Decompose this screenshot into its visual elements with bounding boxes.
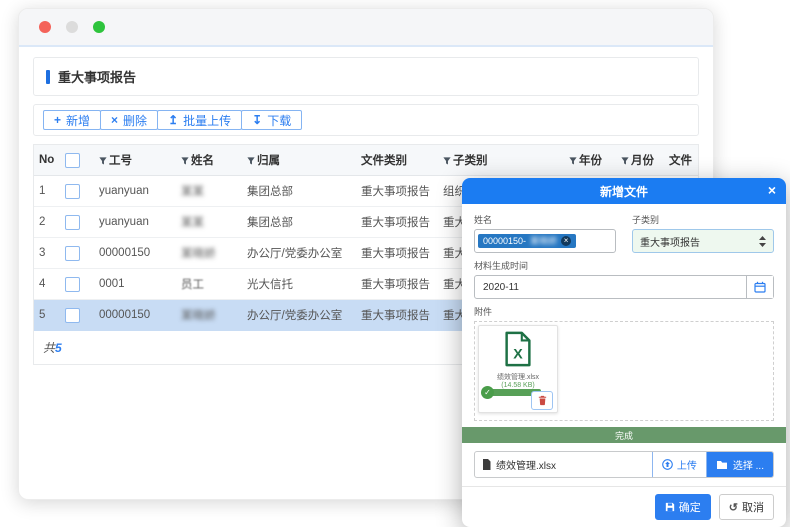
subcategory-label: 子类别 (632, 213, 774, 226)
modal-footer: 确定 ↺ 取消 (462, 486, 786, 527)
trash-icon (537, 395, 548, 406)
file-name: 绩效管理.xlsx (479, 372, 557, 382)
col-select (60, 145, 94, 176)
document-icon (482, 459, 491, 470)
cancel-button[interactable]: ↺ 取消 (719, 494, 774, 520)
modal-title: 新增文件 (600, 183, 648, 200)
close-icon[interactable]: × (768, 181, 776, 199)
col-month[interactable]: 月份 (616, 145, 664, 176)
col-no: No (34, 145, 60, 176)
upload-icon: ↥ (168, 114, 178, 126)
col-file: 文件 (664, 145, 698, 176)
window-titlebar (19, 9, 713, 47)
col-name[interactable]: 姓名 (176, 145, 242, 176)
upload-circle-icon (662, 459, 673, 470)
selected-file: 绩效管理.xlsx (475, 452, 652, 477)
remove-tag-icon[interactable]: × (561, 236, 571, 246)
x-icon: × (111, 114, 118, 126)
add-button[interactable]: + 新增 (43, 110, 101, 130)
name-input[interactable]: 00000150-某晓娇 × (474, 229, 616, 253)
row-checkbox[interactable] (65, 246, 80, 261)
name-tag: 00000150-某晓娇 × (478, 234, 576, 248)
choose-file-button[interactable]: 选择 ... (707, 452, 773, 477)
delete-file-button[interactable] (531, 391, 553, 410)
row-checkbox[interactable] (65, 215, 80, 230)
maximize-window-dot[interactable] (93, 21, 105, 33)
delete-button[interactable]: × 删除 (100, 110, 158, 130)
uploaded-file-card: X 绩效管理.xlsx (14.58 KB) ✓ (478, 325, 558, 413)
col-category: 文件类别 (356, 145, 438, 176)
add-file-modal: 新增文件 × 姓名 00000150-某晓娇 × 子类别 重大事项报告 (462, 178, 786, 527)
excel-file-icon: X (502, 331, 534, 367)
filter-icon (621, 157, 629, 165)
filter-icon (181, 157, 189, 165)
download-button[interactable]: ↧ 下载 (241, 110, 302, 130)
redacted-name: 某某 (181, 217, 204, 229)
redacted-name: 某晓娇 (181, 310, 216, 322)
file-select-row: 绩效管理.xlsx 上传 选择 ... (474, 451, 774, 478)
date-label: 材料生成时间 (474, 259, 774, 272)
filter-icon (443, 157, 451, 165)
folder-icon (716, 460, 728, 470)
table-header-row: No 工号 姓名 归属 文件类别 子类别 年份 月份 文件 (34, 145, 698, 176)
page-title-panel: 重大事项报告 (33, 57, 699, 96)
col-emp-id[interactable]: 工号 (94, 145, 176, 176)
redacted-name: 某某 (181, 186, 204, 198)
select-all-checkbox[interactable] (65, 153, 80, 168)
confirm-button[interactable]: 确定 (655, 494, 711, 520)
redacted-name: 员工 (181, 279, 204, 291)
check-circle-icon: ✓ (481, 386, 494, 399)
row-checkbox[interactable] (65, 184, 80, 199)
progress-done-bar: 完成 (462, 427, 786, 443)
attachment-dropzone[interactable]: X 绩效管理.xlsx (14.58 KB) ✓ (474, 321, 774, 421)
modal-header: 新增文件 × (462, 178, 786, 204)
svg-text:X: X (513, 346, 523, 362)
row-checkbox[interactable] (65, 277, 80, 292)
redacted-name: 某晓娇 (181, 248, 216, 260)
col-year[interactable]: 年份 (564, 145, 616, 176)
save-icon (665, 502, 675, 512)
spinner-arrows-icon (759, 236, 766, 247)
calendar-button[interactable] (746, 276, 773, 298)
date-input[interactable]: 2020-11 (474, 275, 774, 299)
col-org[interactable]: 归属 (242, 145, 356, 176)
subcategory-select[interactable]: 重大事项报告 (632, 229, 774, 253)
upload-button[interactable]: 上传 (652, 452, 707, 477)
page-title: 重大事项报告 (58, 67, 136, 86)
name-label: 姓名 (474, 213, 616, 226)
close-window-dot[interactable] (39, 21, 51, 33)
filter-icon (99, 157, 107, 165)
filter-icon (247, 157, 255, 165)
download-icon: ↧ (252, 114, 262, 126)
undo-icon: ↺ (729, 501, 738, 514)
redacted-name: 某晓娇 (530, 237, 557, 246)
attachment-label: 附件 (474, 305, 774, 318)
col-subcategory[interactable]: 子类别 (438, 145, 564, 176)
toolbar: + 新增 × 删除 ↥ 批量上传 ↧ 下载 (33, 104, 699, 136)
calendar-icon (754, 281, 766, 293)
minimize-window-dot[interactable] (66, 21, 78, 33)
batch-upload-button[interactable]: ↥ 批量上传 (157, 110, 242, 130)
title-accent-bar (46, 70, 50, 84)
filter-icon (569, 157, 577, 165)
plus-icon: + (54, 114, 61, 126)
row-checkbox[interactable] (65, 308, 80, 323)
